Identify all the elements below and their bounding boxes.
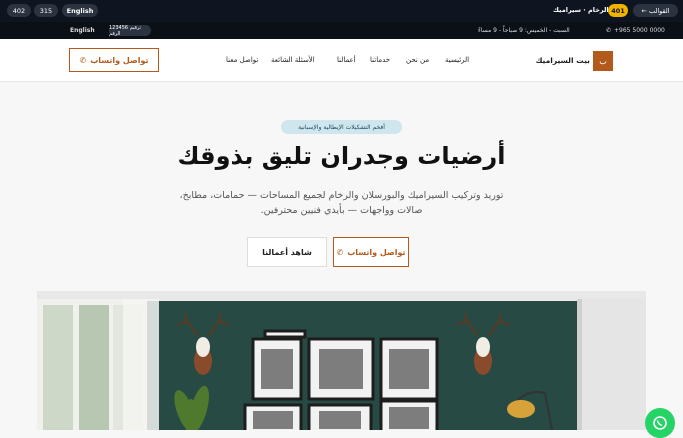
whatsapp-icon: ✆ (79, 55, 87, 65)
hero-subtitle: توريد وتركيب السيراميك والبورسلان والرخا… (179, 190, 504, 216)
language-link[interactable]: English (70, 27, 95, 34)
whatsapp-floating-button[interactable] (645, 408, 675, 438)
site-label: الرخام · سيراميك (553, 6, 609, 14)
working-hours: السبت - الخميس: 9 صباحاً - 9 مساءً (478, 27, 570, 34)
nav-link-contact[interactable]: تواصل معنا (226, 56, 258, 64)
nav-whatsapp-button[interactable]: ✆ تواصل واتساب (69, 48, 159, 72)
whatsapp-icon: ✆ (336, 247, 344, 257)
code-badge: 123456 ترقيم الرقم (109, 24, 151, 37)
hero-badge: أفخم التشكيلات الإيطالية والإسبانية (281, 120, 402, 134)
stat-badge-mid: 315 (34, 4, 58, 17)
whatsapp-icon (653, 416, 667, 430)
stat-left: 402 (12, 6, 26, 15)
view-portfolio-button[interactable]: شاهد أعمالنا (247, 237, 327, 267)
hero-title: أرضيات وجدران تليق بذوقك (177, 142, 506, 170)
stat-mid: 315 (39, 6, 53, 15)
nav-link-portfolio[interactable]: أعمالنا (337, 56, 356, 64)
count-badge: 401 (608, 4, 628, 17)
nav-whatsapp-label: تواصل واتساب (90, 55, 149, 65)
hero-badge-label: أفخم التشكيلات الإيطالية والإسبانية (298, 123, 385, 131)
hero-image (37, 291, 646, 430)
view-portfolio-label: شاهد أعمالنا (262, 247, 312, 257)
interior-illustration (37, 291, 646, 430)
stat-badge-left: 402 (7, 4, 31, 17)
templates-back-link[interactable]: ← القوالب (633, 4, 678, 17)
count-badge-value: 401 (611, 6, 625, 15)
language-label: English (66, 6, 94, 15)
phone-number[interactable]: +965 5000 0000 (614, 27, 665, 34)
language-toggle[interactable]: English (62, 4, 98, 17)
main-nav: ب بيت السيراميك الرئيسية من نحن خدماتنا … (0, 39, 683, 82)
hero-whatsapp-label: تواصل واتساب (347, 247, 406, 257)
contact-bar: English 123456 ترقيم الرقم السبت - الخمي… (0, 22, 683, 39)
brand-letter: ب (599, 56, 607, 66)
brand-logo[interactable]: ب (593, 51, 613, 71)
nav-link-services[interactable]: خدماتنا (370, 56, 390, 64)
nav-link-faq[interactable]: الأسئلة الشائعة (271, 56, 315, 64)
hero-whatsapp-button[interactable]: ✆ تواصل واتساب (333, 237, 409, 267)
nav-link-about[interactable]: من نحن (406, 56, 429, 64)
top-bar: 402 315 English الرخام · سيراميك 401 ← ا… (0, 0, 683, 22)
brand-name[interactable]: بيت السيراميك (536, 56, 590, 65)
templates-back-label: ← القوالب (641, 6, 670, 15)
phone-icon: ✆ (606, 27, 612, 34)
nav-link-home[interactable]: الرئيسية (445, 56, 469, 64)
code-label: 123456 ترقيم الرقم (109, 24, 142, 37)
